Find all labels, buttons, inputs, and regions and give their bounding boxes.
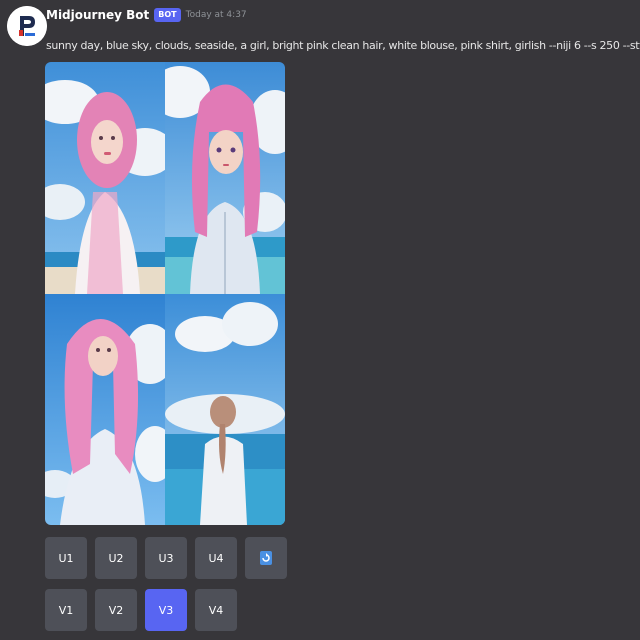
upscale-button-2[interactable]: U2 — [95, 537, 137, 579]
variation-button-2[interactable]: V2 — [95, 589, 137, 631]
image-tile-3[interactable] — [45, 294, 165, 525]
refresh-icon — [260, 551, 272, 565]
image-grid[interactable] — [45, 62, 285, 525]
author-name[interactable]: Midjourney Bot — [46, 8, 149, 22]
reroll-button[interactable] — [245, 537, 287, 579]
message-timestamp: Today at 4:37 — [185, 10, 247, 20]
variation-button-1[interactable]: V1 — [45, 589, 87, 631]
variation-button-4[interactable]: V4 — [195, 589, 237, 631]
message-header: Midjourney Bot BOT Today at 4:37 — [46, 7, 247, 23]
bot-badge: BOT — [154, 8, 181, 22]
upscale-button-3[interactable]: U3 — [145, 537, 187, 579]
upscale-button-row: U1 U2 U3 U4 — [45, 537, 287, 579]
bot-avatar[interactable] — [7, 6, 47, 46]
prompt-text: sunny day, blue sky, clouds, seaside, a … — [46, 39, 640, 52]
variation-button-3[interactable]: V3 — [145, 589, 187, 631]
image-tile-2[interactable] — [165, 62, 285, 294]
upscale-button-1[interactable]: U1 — [45, 537, 87, 579]
image-tile-1[interactable] — [45, 62, 165, 294]
image-tile-4[interactable] — [165, 294, 285, 525]
variation-button-row: V1 V2 V3 V4 — [45, 589, 237, 631]
upscale-button-4[interactable]: U4 — [195, 537, 237, 579]
